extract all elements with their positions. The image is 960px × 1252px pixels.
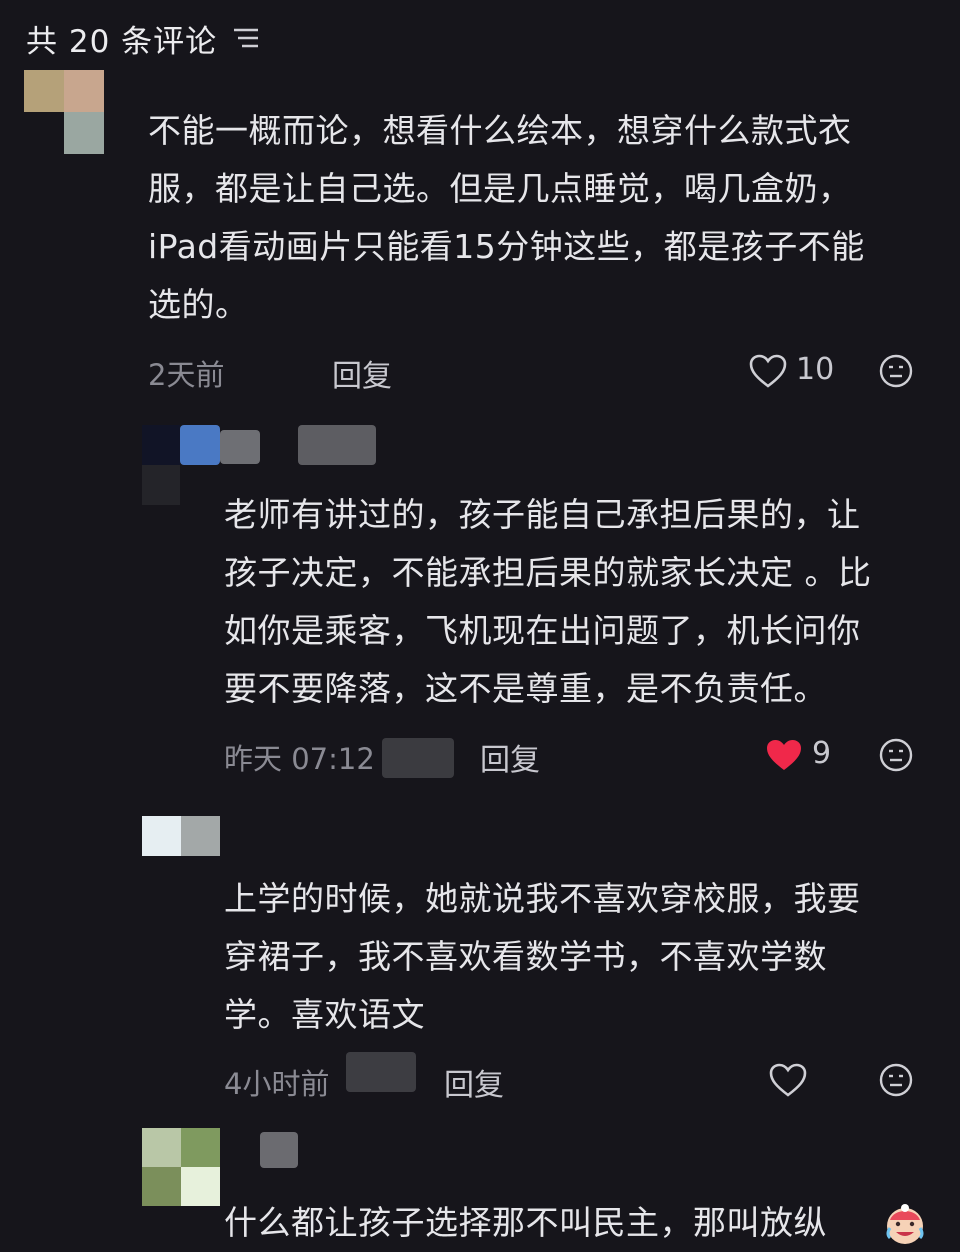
comment-line: 老师有讲过的，孩子能自己承担后果的，让 — [224, 495, 861, 534]
comment-body: 什么都让孩子选择那不叫民主，那叫放纵 — [224, 1194, 827, 1252]
comments-header: 共 20 条评论 — [26, 14, 261, 62]
comment-line: 穿裙子，我不喜欢看数学书，不喜欢学数 — [224, 937, 827, 976]
crying-laughing-emoji — [886, 1204, 924, 1244]
comment-line: 选的。 — [148, 285, 249, 324]
comment-line: 服，都是让自己选。但是几点睡觉，喝几盒奶， — [148, 169, 852, 208]
comment-time: 4小时前 — [224, 1067, 330, 1101]
emoji-reaction-icon[interactable] — [878, 1062, 914, 1098]
comment-line: 上学的时候，她就说我不喜欢穿校服，我要 — [224, 879, 861, 918]
heart-icon[interactable] — [748, 353, 788, 389]
comment-line: 孩子决定，不能承担后果的就家长决定 。比 — [224, 553, 872, 592]
comment-body: 上学的时候，她就说我不喜欢穿校服，我要 穿裙子，我不喜欢看数学书，不喜欢学数 学… — [224, 870, 861, 1044]
username-blurred — [180, 425, 220, 465]
comment-count-title: 共 20 条评论 — [26, 23, 218, 60]
location-blurred — [346, 1052, 416, 1092]
comment-line: 如你是乘客，飞机现在出问题了，机长问你 — [224, 611, 861, 650]
heart-icon-filled[interactable] — [764, 737, 804, 773]
comment-line: 学。喜欢语文 — [224, 995, 425, 1034]
username-blurred — [298, 425, 376, 465]
reply-button[interactable]: 回复 — [480, 735, 540, 779]
comment-line: 什么都让孩子选择那不叫民主，那叫放纵 — [224, 1203, 827, 1242]
heart-icon[interactable] — [768, 1062, 808, 1098]
reply-button[interactable]: 回复 — [444, 1060, 504, 1104]
emoji-reaction-icon[interactable] — [878, 353, 914, 389]
reply-button[interactable]: 回复 — [332, 351, 392, 395]
comment-body: 不能一概而论，想看什么绘本，想穿什么款式衣 服，都是让自己选。但是几点睡觉，喝几… — [148, 102, 865, 334]
avatar[interactable] — [142, 816, 220, 856]
username-blurred — [260, 1132, 298, 1168]
comment-line: iPad看动画片只能看15分钟这些，都是孩子不能 — [148, 227, 865, 266]
avatar[interactable] — [142, 425, 180, 505]
like-count: 10 — [796, 352, 835, 387]
comment-line: 要不要降落，这不是尊重，是不负责任。 — [224, 669, 827, 708]
filter-icon[interactable] — [231, 25, 261, 51]
comment-line: 不能一概而论，想看什么绘本，想穿什么款式衣 — [148, 111, 852, 150]
comment-body: 老师有讲过的，孩子能自己承担后果的，让 孩子决定，不能承担后果的就家长决定 。比… — [224, 486, 872, 718]
location-blurred — [382, 738, 454, 778]
username-blurred — [220, 430, 260, 464]
emoji-reaction-icon[interactable] — [878, 737, 914, 773]
avatar[interactable] — [24, 70, 104, 154]
comment-time: 2天前 — [148, 358, 225, 392]
comment-time: 昨天 07:12 — [224, 742, 375, 776]
avatar[interactable] — [142, 1128, 220, 1206]
like-count: 9 — [812, 736, 832, 771]
